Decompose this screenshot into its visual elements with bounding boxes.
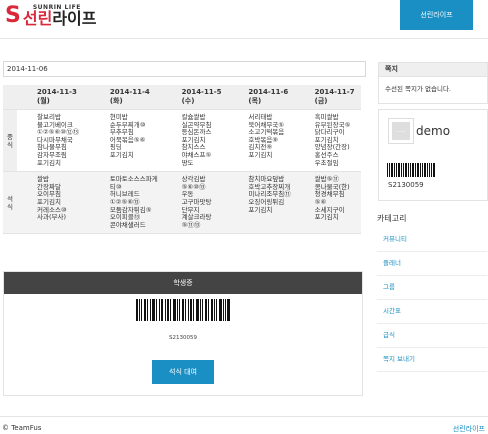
category-list: 커뮤니티 플래너 그룹 시간표 급식 쪽지 보내기 bbox=[377, 228, 487, 372]
lunch-label-text: 중 식 bbox=[7, 132, 13, 149]
day-header: 2014-11-3 (월) bbox=[17, 85, 90, 110]
category-item-planner[interactable]: 플래너 bbox=[377, 252, 487, 276]
dinner-rent-button[interactable]: 석식 대여 bbox=[152, 360, 214, 384]
dinner-label: 석 식 bbox=[3, 171, 17, 235]
student-code: S2130059 bbox=[169, 335, 197, 341]
logo-korean-dark: 라이프 bbox=[52, 9, 97, 28]
category-item-meal[interactable]: 급식 bbox=[377, 324, 487, 348]
day-header: 2014-11-6 (목) bbox=[228, 85, 295, 110]
category-item-community[interactable]: 커뮤니티 bbox=[377, 228, 487, 252]
category-item-group[interactable]: 그룹 bbox=[377, 276, 487, 300]
dinner-menu: 참치마요덮밥 호박고추장찌개 미나리조무침⑪ 오징어링튀김 포기김치 bbox=[228, 171, 295, 235]
student-card-title: 학생증 bbox=[4, 272, 362, 294]
username: demo bbox=[416, 124, 451, 138]
dinner-menu: 토마토소스스파게티⑩ 허니브레드 ①②⑤⑥⑬ 모둠감자튀김⑤ 오이피클⑬ 콘야채… bbox=[89, 171, 162, 235]
dinner-menu: 쌀밥 간장짜달 오이무침 포기김치 커레소스⑩ 사과(부사) bbox=[17, 171, 90, 235]
avatar: ---- bbox=[388, 118, 414, 144]
logo-text: SUNRIN LIFE 선린라이프 bbox=[23, 5, 97, 27]
dinner-label-text: 석 식 bbox=[7, 194, 13, 211]
logo-korean: 선린라이프 bbox=[23, 11, 97, 27]
notes-title: 쪽지 bbox=[379, 63, 487, 77]
meal-table: 2014-11-3 (월) 2014-11-4 (화) 2014-11-5 (수… bbox=[3, 85, 361, 235]
footer-copyright: © TeamFus bbox=[2, 424, 42, 432]
category-title: 카테고리 bbox=[377, 214, 407, 223]
category-item-send-note[interactable]: 쪽지 보내기 bbox=[377, 348, 487, 372]
day-header: 2014-11-4 (화) bbox=[89, 85, 162, 110]
lunch-row: 중 식 찰보리밥 불고기베이크 ①②⑤⑥⑩⑫⑬ 다시마무채국 참나물무침 감자무… bbox=[3, 109, 361, 173]
profile-code: S2130059 bbox=[388, 181, 424, 189]
notes-empty-message: 수선된 쪽지가 없습니다. bbox=[385, 85, 451, 93]
profile-panel: ---- demo S2130059 bbox=[378, 109, 488, 201]
meal-header-row: 2014-11-3 (월) 2014-11-4 (화) 2014-11-5 (수… bbox=[3, 85, 361, 110]
day-header: 2014-11-5 (수) bbox=[161, 85, 229, 110]
student-card: 학생증 S2130059 석식 대여 bbox=[3, 271, 363, 396]
notes-panel: 쪽지 수선된 쪽지가 없습니다. bbox=[378, 62, 488, 104]
site-logo[interactable]: S SUNRIN LIFE 선린라이프 bbox=[5, 5, 96, 27]
date-field[interactable] bbox=[3, 61, 366, 77]
avatar-placeholder: ---- bbox=[392, 122, 410, 140]
lunch-label: 중 식 bbox=[3, 109, 17, 173]
logo-s-mark: S bbox=[5, 3, 21, 28]
profile-barcode bbox=[387, 163, 435, 177]
top-navbar: S SUNRIN LIFE 선린라이프 선린라이프 bbox=[0, 0, 488, 39]
lunch-menu: 칼슘쌀밥 실곤약무침 등심돈까스 포기김치 참치스스 야채스프⑤ 땅도 bbox=[161, 109, 229, 173]
lunch-menu: 서리태밥 북어채무국⑤ 소고기떡볶음 호박볶음⑨ 김치전⑨ 포기김치 bbox=[228, 109, 295, 173]
logo-korean-red: 선린 bbox=[22, 9, 53, 28]
dinner-menu: 쌀밥⑤⑪ 콩나물국(한) 청경채무침 ⑤⑥ 소세지구이 포기김치 bbox=[294, 171, 361, 235]
lunch-menu: 현미밥 순두부찌개⑩ 부추무침 어묵볶음⑤⑥ 핑딩 포기김치 bbox=[89, 109, 162, 173]
lunch-menu: 흑미쌀밥 유부된장국⑤ 닭다리구이 포기김치 양념장(간장) 홍선주스 우초절임 bbox=[294, 109, 361, 173]
student-barcode bbox=[136, 299, 230, 321]
lunch-menu: 찰보리밥 불고기베이크 ①②⑤⑥⑩⑫⑬ 다시마무채국 참나물무침 감자무조림 포… bbox=[17, 109, 90, 173]
dinner-menu: 상각김밥 ⑤⑥⑩⑬ 우동 고구마맛탕 단무지 계살크라탕⑤⑪⑬ bbox=[161, 171, 229, 235]
footer-home-link[interactable]: 선린라이프 bbox=[453, 424, 485, 434]
day-header: 2014-11-7 (금) bbox=[294, 85, 361, 110]
category-item-timetable[interactable]: 시간표 bbox=[377, 300, 487, 324]
meal-corner bbox=[3, 85, 17, 110]
footer-divider bbox=[0, 416, 488, 417]
dinner-row: 석 식 쌀밥 간장짜달 오이무침 포기김치 커레소스⑩ 사과(부사) 토마토소스… bbox=[3, 171, 361, 235]
nav-home-button[interactable]: 선린라이프 bbox=[400, 0, 473, 30]
